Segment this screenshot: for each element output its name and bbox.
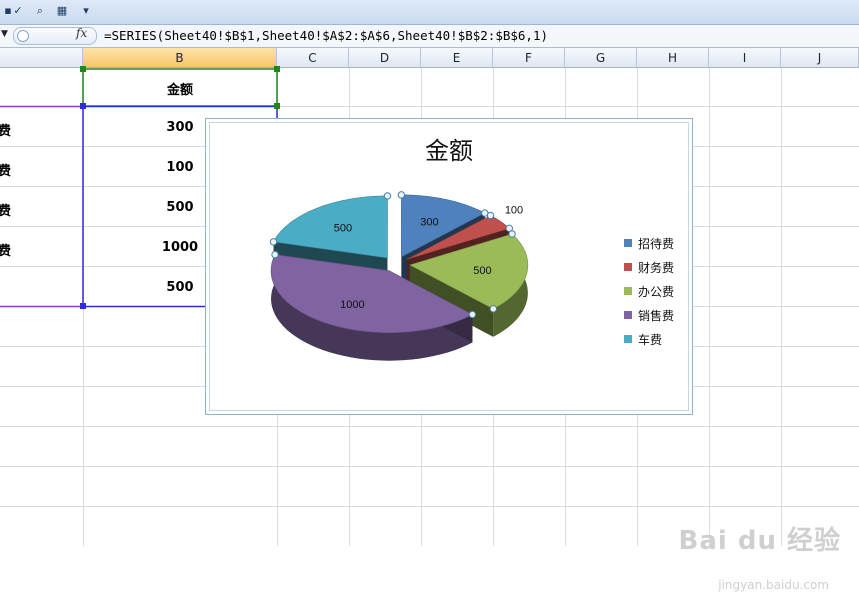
legend-swatch bbox=[624, 287, 632, 295]
slice-handle bbox=[397, 191, 406, 199]
pie-plot-area[interactable]: 300 500 100 500 1000 bbox=[206, 119, 692, 414]
column-header-a[interactable] bbox=[0, 48, 83, 68]
data-label: 500 bbox=[334, 222, 352, 234]
legend-item[interactable]: 车费 bbox=[624, 327, 674, 351]
slice-handle bbox=[468, 310, 477, 319]
legend-item[interactable]: 办公费 bbox=[624, 279, 674, 303]
column-header-g[interactable]: G bbox=[565, 48, 637, 68]
qat-dropdown-icon[interactable]: ▾ bbox=[78, 3, 94, 19]
name-box-dropdown-icon[interactable]: ▼ bbox=[1, 29, 8, 39]
data-label: 500 bbox=[473, 265, 491, 277]
column-header-j[interactable]: J bbox=[781, 48, 859, 68]
insert-function-button[interactable]: fx bbox=[76, 26, 87, 40]
chart-legend[interactable]: 招待费 财务费 办公费 销售费 车费 bbox=[624, 231, 674, 351]
slice-handle bbox=[486, 211, 495, 220]
print-preview-icon[interactable]: ⌕ bbox=[32, 3, 48, 19]
quick-access-toolbar: ▪ ✓ ⌕ ▦ ▾ bbox=[0, 0, 859, 25]
legend-label: 车费 bbox=[638, 332, 663, 347]
formula-input[interactable]: =SERIES(Sheet40!$B$1,Sheet40!$A$2:$A$6,S… bbox=[104, 28, 548, 43]
cell-a4[interactable]: 费 bbox=[0, 200, 11, 219]
data-label: 300 bbox=[420, 216, 438, 228]
legend-label: 办公费 bbox=[638, 284, 675, 299]
legend-swatch bbox=[624, 311, 632, 319]
data-label: 100 bbox=[505, 205, 523, 217]
pie-chart[interactable]: 金额 300 500 100 500 1000 招待费 财务费 办公费 销售费 车费 bbox=[205, 118, 693, 415]
range-handle[interactable] bbox=[274, 103, 280, 109]
baidu-watermark: Bai du 经验 bbox=[678, 526, 841, 556]
range-handle[interactable] bbox=[80, 103, 86, 109]
cell-a3[interactable]: 费 bbox=[0, 160, 11, 179]
spellcheck-icon[interactable]: ✓ bbox=[10, 3, 26, 19]
baidu-watermark-url: jingyan.baidu.com bbox=[718, 578, 829, 592]
column-header-f[interactable]: F bbox=[493, 48, 565, 68]
column-header-d[interactable]: D bbox=[349, 48, 421, 68]
formula-bar: ▼ fx =SERIES(Sheet40!$B$1,Sheet40!$A$2:$… bbox=[0, 25, 859, 48]
cell-a5[interactable]: 费 bbox=[0, 240, 11, 259]
legend-swatch bbox=[624, 263, 632, 271]
range-handle[interactable] bbox=[80, 303, 86, 309]
range-handle[interactable] bbox=[80, 66, 86, 72]
cell-a2[interactable]: 费 bbox=[0, 120, 11, 139]
legend-label: 销售费 bbox=[638, 308, 675, 323]
legend-item[interactable]: 财务费 bbox=[624, 255, 674, 279]
slice-handle bbox=[383, 192, 392, 200]
pie-slices[interactable]: 300 500 100 500 1000 bbox=[269, 191, 529, 361]
column-header-e[interactable]: E bbox=[421, 48, 493, 68]
range-handle[interactable] bbox=[274, 66, 280, 72]
slice-handle bbox=[269, 238, 278, 246]
slice-handle bbox=[508, 230, 516, 238]
cell-b1[interactable]: 金额 bbox=[83, 79, 277, 98]
column-header-c[interactable]: C bbox=[277, 48, 349, 68]
legend-item[interactable]: 销售费 bbox=[624, 303, 674, 327]
legend-swatch bbox=[624, 335, 632, 343]
legend-label: 财务费 bbox=[638, 260, 675, 275]
legend-swatch bbox=[624, 239, 632, 247]
slice-handle bbox=[489, 305, 498, 313]
legend-label: 招待费 bbox=[638, 236, 675, 251]
slider-knob-icon[interactable] bbox=[17, 30, 29, 42]
legend-item[interactable]: 招待费 bbox=[624, 231, 674, 255]
borders-icon[interactable]: ▦ bbox=[54, 3, 70, 19]
column-header-i[interactable]: I bbox=[709, 48, 781, 68]
column-header-b[interactable]: B bbox=[83, 48, 277, 68]
slice-handle bbox=[271, 250, 279, 259]
column-header-h[interactable]: H bbox=[637, 48, 709, 68]
data-label: 1000 bbox=[340, 299, 364, 311]
